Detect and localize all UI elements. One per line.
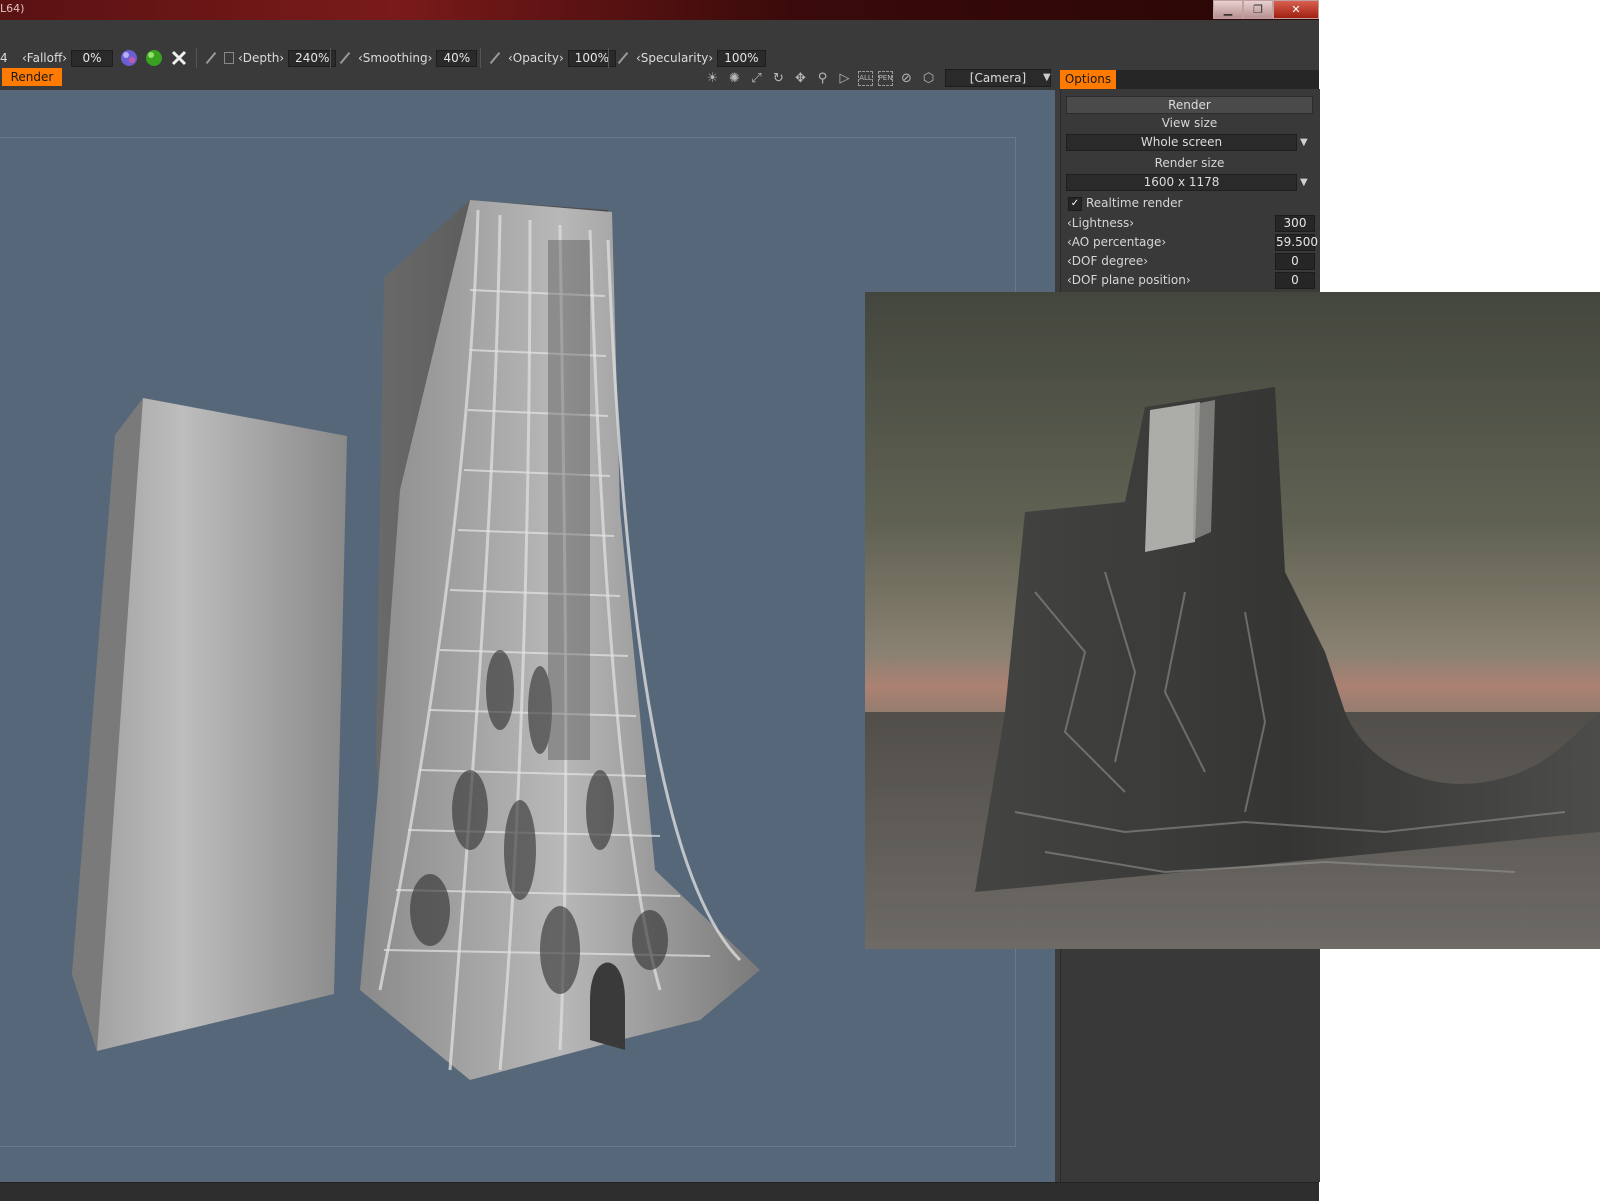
- light-bulb-icon[interactable]: ✺: [726, 70, 743, 87]
- chevron-down-icon[interactable]: ▼: [1300, 137, 1308, 148]
- pen-pressure-icon[interactable]: [339, 51, 351, 65]
- falloff-field[interactable]: 0%: [71, 49, 114, 67]
- dof-plane-position-field[interactable]: 0: [1275, 272, 1315, 289]
- render-button[interactable]: Render: [1066, 96, 1313, 114]
- separator: [608, 48, 609, 68]
- minimize-button[interactable]: ▁: [1213, 0, 1243, 19]
- no-entry-icon[interactable]: ⊘: [898, 70, 915, 87]
- lock-icon[interactable]: [224, 52, 234, 64]
- viewport-tools: ☀ ✺ ⤢ ↻ ✥ ⚲ ▷ ALL PEN ⊘ ⬡: [704, 69, 937, 87]
- move-icon[interactable]: ✥: [792, 70, 809, 87]
- separator: [330, 48, 331, 68]
- opacity-label[interactable]: ‹Opacity›: [508, 51, 564, 65]
- pen-pressure-icon[interactable]: [617, 51, 629, 65]
- realtime-render-checkbox[interactable]: ✓: [1068, 197, 1082, 211]
- depth-label[interactable]: ‹Depth›: [238, 51, 284, 65]
- camera-select[interactable]: [Camera]: [945, 69, 1051, 87]
- fit-icon[interactable]: ▷: [836, 70, 853, 87]
- zoom-icon[interactable]: ⚲: [814, 70, 831, 87]
- tab-render[interactable]: Render: [2, 68, 62, 86]
- render-size-label: Render size: [1154, 156, 1225, 170]
- cube-icon[interactable]: ⬡: [920, 70, 937, 87]
- tab-options[interactable]: Options: [1060, 70, 1116, 89]
- tower-doorway: [590, 962, 625, 1050]
- dof-plane-position-label[interactable]: ‹DOF plane position›: [1067, 273, 1191, 287]
- green-sphere-icon[interactable]: [145, 50, 163, 66]
- separator: [196, 48, 197, 68]
- frame-pen-icon[interactable]: PEN: [878, 70, 893, 86]
- dof-degree-field[interactable]: 0: [1275, 253, 1315, 270]
- render-size-select[interactable]: 1600 x 1178: [1066, 174, 1297, 191]
- falloff-control[interactable]: ‹Falloff› 0%: [22, 49, 114, 67]
- opacity-control[interactable]: ‹Opacity› 100%: [488, 49, 617, 67]
- chevron-down-icon[interactable]: ▼: [1300, 177, 1308, 188]
- specularity-control[interactable]: ‹Specularity› 100%: [616, 49, 766, 67]
- pen-pressure-icon[interactable]: [489, 51, 501, 65]
- light-direction-icon[interactable]: ⤢: [748, 70, 765, 87]
- dof-degree-label[interactable]: ‹DOF degree›: [1067, 254, 1148, 268]
- smoothing-label[interactable]: ‹Smoothing›: [358, 51, 432, 65]
- view-size-label: View size: [1161, 116, 1218, 130]
- ao-percentage-label[interactable]: ‹AO percentage›: [1067, 235, 1166, 249]
- frame-all-icon[interactable]: ALL: [858, 70, 873, 86]
- realtime-render-label: Realtime render: [1086, 196, 1183, 210]
- maximize-button[interactable]: ❐: [1243, 0, 1273, 19]
- material-sphere-icon[interactable]: [120, 50, 138, 66]
- lightness-field[interactable]: 300: [1275, 215, 1315, 232]
- sun-icon[interactable]: ☀: [704, 70, 721, 87]
- concept-painting: [865, 292, 1600, 949]
- depth-control[interactable]: ‹Depth› 240%: [204, 49, 337, 67]
- pen-pressure-icon[interactable]: [205, 51, 217, 65]
- smoothing-field[interactable]: 40%: [436, 49, 478, 67]
- specularity-label[interactable]: ‹Specularity›: [636, 51, 713, 65]
- rotate-icon[interactable]: ↻: [770, 70, 787, 87]
- title-bar: L64) ▁ ❐ ✕: [0, 0, 1319, 21]
- clipped-value: 4: [0, 51, 8, 65]
- smoothing-control[interactable]: ‹Smoothing› 40%: [338, 49, 478, 67]
- specularity-field[interactable]: 100%: [717, 49, 766, 67]
- lightness-label[interactable]: ‹Lightness›: [1067, 216, 1134, 230]
- ao-percentage-field[interactable]: 59.500: [1275, 234, 1318, 251]
- clear-material-icon[interactable]: [170, 50, 188, 66]
- window-title: L64): [0, 2, 25, 15]
- view-size-select[interactable]: Whole screen: [1066, 134, 1297, 151]
- chevron-down-icon[interactable]: ▼: [1043, 72, 1051, 83]
- status-bar: [0, 1182, 1319, 1201]
- close-button[interactable]: ✕: [1273, 0, 1319, 19]
- concept-painting-overlay: [865, 292, 1600, 949]
- falloff-label[interactable]: ‹Falloff›: [22, 51, 67, 65]
- separator: [480, 48, 481, 68]
